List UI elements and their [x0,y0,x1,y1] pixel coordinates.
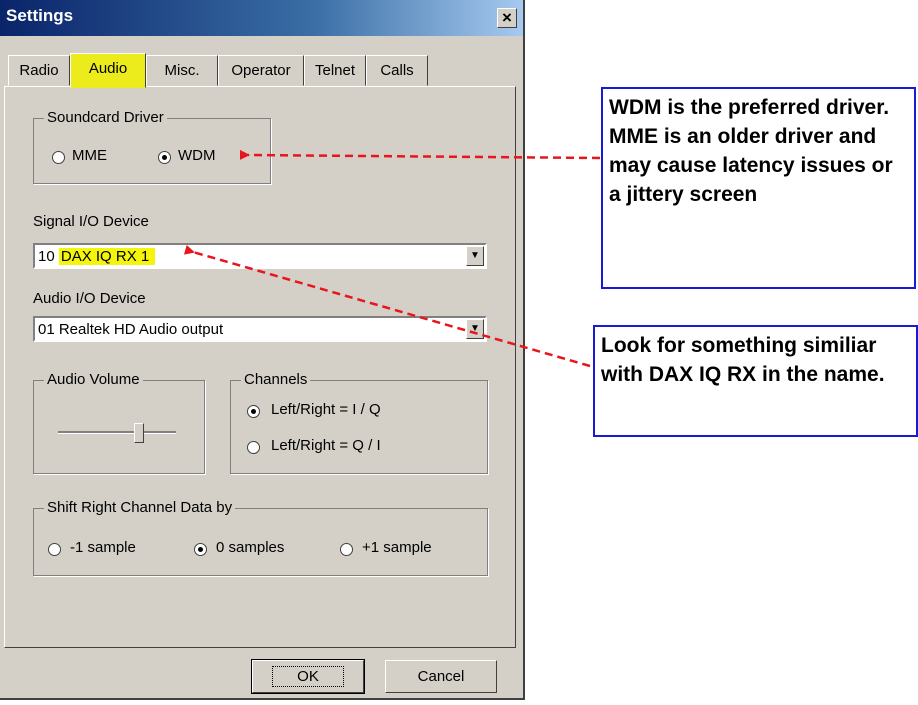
signal-device-num: 10 [38,248,55,265]
tab-calls[interactable]: Calls [366,55,428,86]
soundcard-driver-group: Soundcard Driver MME WDM [33,109,271,184]
channels-iq-label: Left/Right = I / Q [271,401,381,418]
channels-iq-radio[interactable] [247,405,260,418]
signal-device-value: 10 DAX IQ RX 1 [38,248,156,265]
audio-volume-title: Audio Volume [44,371,143,388]
channels-title: Channels [241,371,311,388]
audio-volume-group: Audio Volume [33,371,205,474]
tab-telnet[interactable]: Telnet [304,55,366,86]
tab-operator[interactable]: Operator [218,55,304,86]
ok-button[interactable]: OK [251,659,365,694]
ok-button-label: OK [272,666,344,687]
mme-radio[interactable] [52,151,65,164]
wdm-label: WDM [178,147,216,164]
audio-device-value: 01 Realtek HD Audio output [38,321,224,338]
shift-0-label: 0 samples [216,539,285,556]
soundcard-driver-title: Soundcard Driver [44,109,167,126]
signal-device-select[interactable]: 10 DAX IQ RX 1 ▼ [33,243,487,269]
shift-minus1-label: -1 sample [70,539,136,556]
window-title: Settings [6,6,74,25]
signal-device-name: DAX IQ RX 1 [58,248,156,265]
driver-annotation-box: WDM is the preferred driver. MME is an o… [601,87,916,289]
mme-label: MME [72,147,107,164]
device-annotation-box: Look for something similiar with DAX IQ … [593,325,918,437]
shift-plus1-radio[interactable] [340,543,353,556]
title-bar: Settings × [0,0,523,36]
volume-slider-track [58,431,176,434]
audio-device-label: Audio I/O Device [33,290,146,307]
shift-minus1-radio[interactable] [48,543,61,556]
tab-misc[interactable]: Misc. [146,55,218,86]
channels-qi-label: Left/Right = Q / I [271,437,381,454]
audio-device-select[interactable]: 01 Realtek HD Audio output ▼ [33,316,487,342]
close-button[interactable]: × [497,8,517,28]
signal-device-label: Signal I/O Device [33,213,149,230]
shift-plus1-label: +1 sample [362,539,432,556]
channels-qi-radio[interactable] [247,441,260,454]
channels-group: Channels Left/Right = I / Q Left/Right =… [230,371,488,474]
wdm-radio[interactable] [158,151,171,164]
shift-0-radio[interactable] [194,543,207,556]
chevron-down-icon[interactable]: ▼ [466,319,484,339]
shift-channel-group: Shift Right Channel Data by -1 sample 0 … [33,499,488,576]
cancel-button[interactable]: Cancel [385,660,497,693]
shift-channel-title: Shift Right Channel Data by [44,499,236,516]
settings-window: Settings × Radio Audio Misc. Operator Te… [0,0,525,700]
volume-slider[interactable] [58,423,176,443]
chevron-down-icon[interactable]: ▼ [466,246,484,266]
tab-radio[interactable]: Radio [8,55,70,86]
tab-audio[interactable]: Audio [70,53,146,88]
volume-slider-thumb[interactable] [134,423,144,443]
